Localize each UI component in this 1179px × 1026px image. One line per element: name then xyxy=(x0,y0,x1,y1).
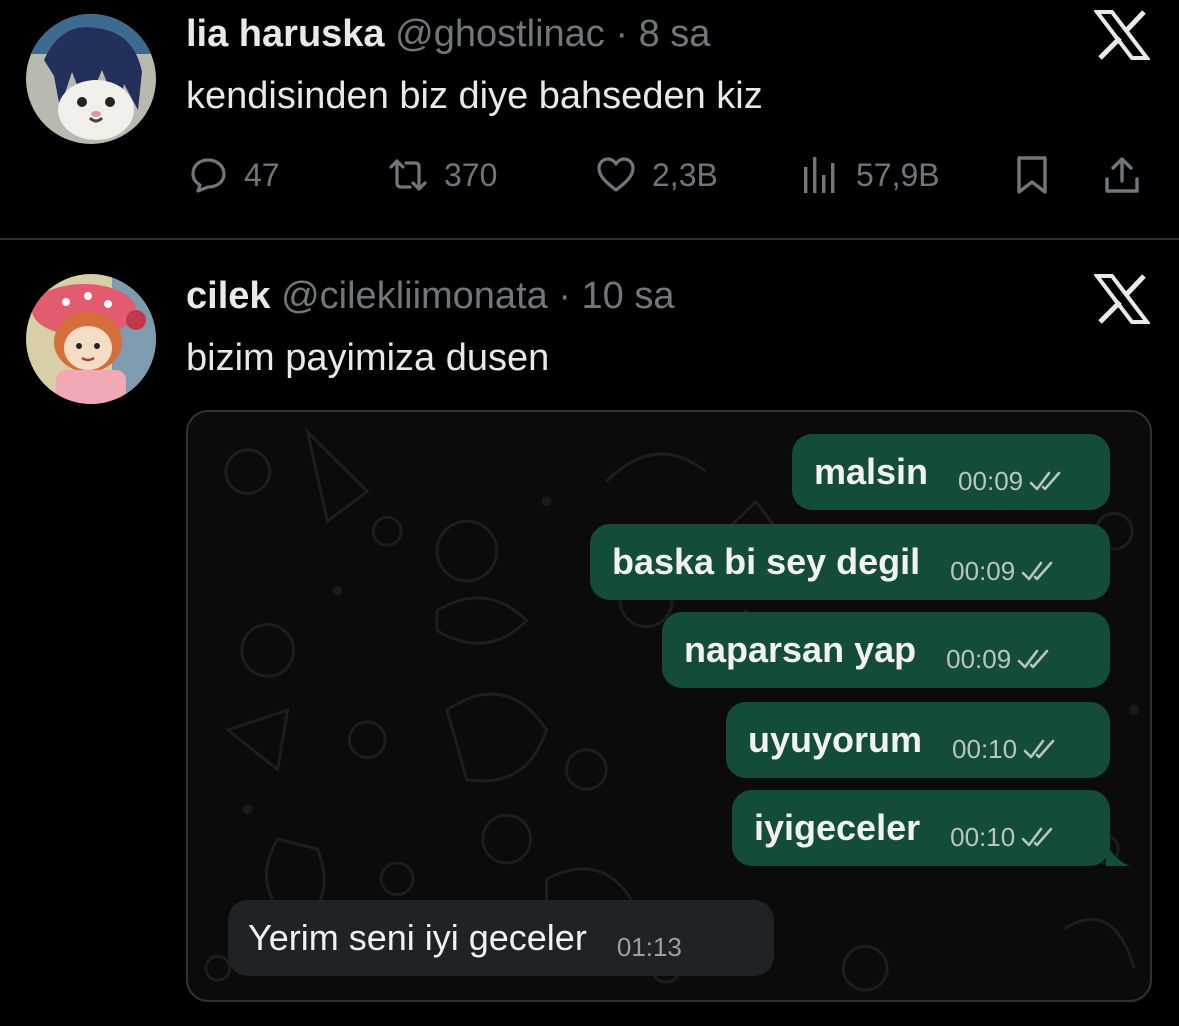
message-time: 00:09 xyxy=(958,466,1063,497)
message-timestamp: 00:09 xyxy=(946,643,1012,674)
message-time: 00:09 xyxy=(950,556,1055,587)
display-name[interactable]: cilek xyxy=(186,275,271,317)
retweet-icon xyxy=(389,159,427,191)
outgoing-message[interactable]: naparsan yap 00:09 xyxy=(662,612,1110,688)
avatar[interactable] xyxy=(26,274,156,404)
user-handle[interactable]: @ghostlinac xyxy=(395,13,605,55)
chat-screenshot-media[interactable]: malsin 00:09 baska bi sey degil 00:09 na… xyxy=(186,410,1152,1002)
avatar[interactable] xyxy=(26,14,156,144)
bubble-tail xyxy=(1106,842,1130,866)
views-bars-icon xyxy=(804,157,835,193)
outgoing-message[interactable]: uyuyorum 00:10 xyxy=(726,702,1110,778)
reply-button[interactable]: 47 xyxy=(186,148,280,202)
heart-icon xyxy=(597,157,635,192)
message-text: naparsan yap xyxy=(684,629,917,670)
x-logo-icon xyxy=(1094,10,1150,60)
message-text: malsin xyxy=(814,451,929,492)
message-timestamp: 01:13 xyxy=(616,931,682,962)
message-time: 00:10 xyxy=(952,734,1057,765)
cat-avatar-image xyxy=(26,14,156,144)
double-check-icon xyxy=(1029,471,1061,491)
message-text: Yerim seni iyi geceler xyxy=(248,917,587,958)
bookmark-button[interactable] xyxy=(1010,148,1054,202)
share-button[interactable] xyxy=(1100,148,1144,202)
message-time: 00:09 xyxy=(946,644,1051,675)
strawberry-girl-avatar-image xyxy=(26,274,156,404)
tweet-text: kendisinden biz diye bahseden kiz xyxy=(186,75,763,117)
double-check-icon xyxy=(1023,739,1055,759)
message-timestamp: 00:10 xyxy=(952,733,1018,764)
message-text: iyigeceler xyxy=(754,807,921,848)
tweet-actions: 47 370 2,3B 57,9B xyxy=(186,148,1150,202)
retweet-button[interactable]: 370 xyxy=(386,148,497,202)
x-logo-icon xyxy=(1094,274,1150,324)
tweet-header: lia haruska @ghostlinac · 8 sa xyxy=(186,12,710,56)
message-timestamp: 00:10 xyxy=(950,821,1016,852)
like-button[interactable]: 2,3B xyxy=(594,148,718,202)
display-name[interactable]: lia haruska xyxy=(186,13,385,55)
bookmark-icon xyxy=(1017,156,1047,194)
double-check-icon xyxy=(1021,561,1053,581)
share-upload-icon xyxy=(1105,157,1139,193)
reply-bubble-icon xyxy=(191,158,226,193)
incoming-message[interactable]: Yerim seni iyi geceler 01:13 xyxy=(228,900,774,976)
tweet-1[interactable]: lia haruska @ghostlinac · 8 sa kendisind… xyxy=(0,0,1179,240)
message-text: baska bi sey degil xyxy=(612,541,921,582)
views-button[interactable]: 57,9B xyxy=(798,148,940,202)
tweet-header: cilek @cilekliimonata · 10 sa xyxy=(186,274,675,318)
message-timestamp: 00:09 xyxy=(950,555,1016,586)
tweet-timestamp[interactable]: 10 sa xyxy=(582,275,675,317)
tweet-text: bizim payimiza dusen xyxy=(186,337,550,379)
message-timestamp: 00:09 xyxy=(958,465,1024,496)
retweet-count: 370 xyxy=(444,156,498,193)
outgoing-message[interactable]: iyigeceler 00:10 xyxy=(732,790,1110,866)
separator-dot: · xyxy=(615,13,629,55)
views-count: 57,9B xyxy=(856,156,940,193)
outgoing-message[interactable]: malsin 00:09 xyxy=(792,434,1110,510)
user-handle[interactable]: @cilekliimonata xyxy=(281,275,548,317)
message-text: uyuyorum xyxy=(748,719,923,760)
separator-dot: · xyxy=(558,275,571,317)
message-time: 00:10 xyxy=(950,822,1055,853)
tweet-2[interactable]: cilek @cilekliimonata · 10 sa bizim payi… xyxy=(0,240,1179,1026)
double-check-icon xyxy=(1021,827,1053,847)
outgoing-message[interactable]: baska bi sey degil 00:09 xyxy=(590,524,1110,600)
double-check-icon xyxy=(1017,649,1049,669)
like-count: 2,3B xyxy=(652,156,718,193)
reply-count: 47 xyxy=(244,156,280,193)
tweet-timestamp[interactable]: 8 sa xyxy=(639,13,711,55)
